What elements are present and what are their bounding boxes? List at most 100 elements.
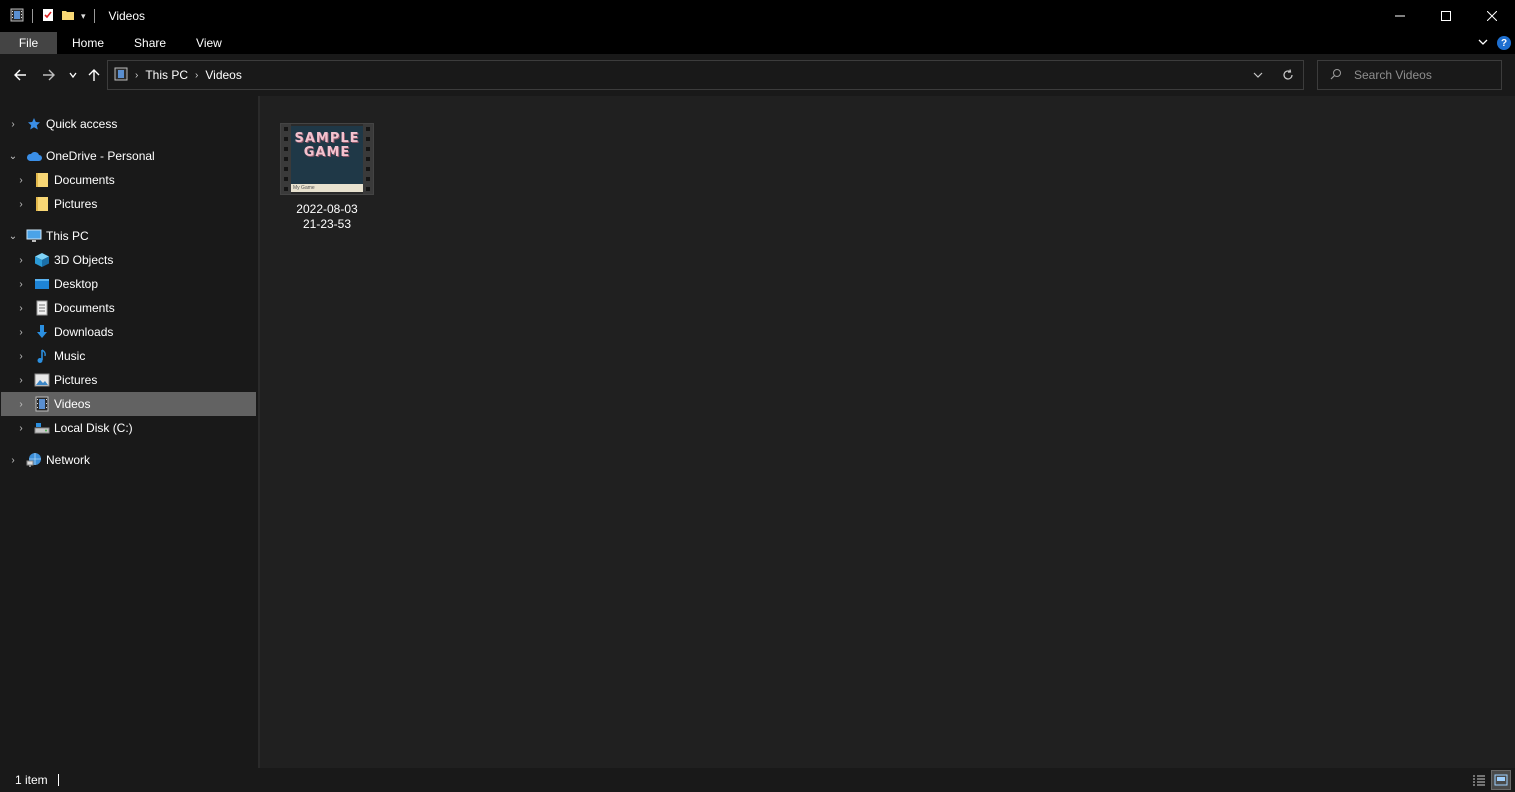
sidebar-item-documents[interactable]: › Documents — [1, 296, 256, 320]
address-bar[interactable]: › This PC › Videos — [107, 60, 1304, 90]
video-icon — [34, 396, 50, 412]
sidebar-item-onedrive-documents[interactable]: › Documents — [1, 168, 256, 192]
pictures-icon — [34, 372, 50, 388]
cloud-icon — [26, 148, 42, 164]
sidebar-item-label: Local Disk (C:) — [54, 421, 133, 435]
file-list[interactable]: SAMPLE GAME My Game 2022-08-03 21-23-53 — [260, 96, 1515, 768]
file-item[interactable]: SAMPLE GAME My Game 2022-08-03 21-23-53 — [277, 123, 377, 232]
breadcrumb-this-pc[interactable]: This PC — [145, 68, 188, 82]
chevron-right-icon[interactable]: › — [15, 368, 27, 392]
breadcrumb: › This PC › Videos — [108, 61, 242, 89]
thumbnail-footer: My Game — [291, 184, 363, 192]
forward-button[interactable] — [39, 64, 59, 86]
sidebar-item-label: Network — [46, 453, 91, 467]
star-icon — [26, 116, 42, 132]
video-folder-icon[interactable] — [10, 8, 24, 25]
toolbar-separator — [32, 9, 33, 23]
status-separator — [57, 774, 59, 786]
document-icon — [34, 300, 50, 316]
computer-icon — [26, 228, 42, 244]
desktop-icon — [34, 276, 50, 292]
details-view-button[interactable] — [1469, 770, 1489, 790]
address-dropdown-button[interactable] — [1243, 61, 1273, 89]
sidebar-item-label: This PC — [46, 229, 89, 243]
title-bar: ▾ Videos — [0, 0, 1515, 32]
window-controls — [1377, 0, 1515, 32]
sidebar-item-quick-access[interactable]: › Quick access — [1, 112, 256, 136]
sidebar-item-network[interactable]: › Network — [1, 448, 256, 472]
maximize-button[interactable] — [1423, 0, 1469, 32]
thumbnail-logo: SAMPLE GAME — [294, 131, 360, 160]
breadcrumb-videos[interactable]: Videos — [205, 68, 241, 82]
download-icon — [34, 324, 50, 340]
chevron-right-icon[interactable]: › — [195, 70, 198, 81]
ribbon-tabs: File Home Share View ? — [0, 32, 1515, 54]
sidebar-item-label: Quick access — [46, 117, 118, 131]
chevron-right-icon[interactable]: › — [135, 70, 138, 81]
tab-file[interactable]: File — [0, 32, 57, 54]
search-input[interactable] — [1354, 68, 1494, 82]
recent-locations-button[interactable] — [66, 64, 80, 86]
sidebar-item-this-pc[interactable]: ⌄ This PC — [1, 224, 256, 248]
folder-icon — [34, 172, 50, 188]
chevron-right-icon[interactable]: › — [15, 392, 27, 416]
sidebar-item-onedrive[interactable]: ⌄ OneDrive - Personal — [1, 144, 256, 168]
back-button[interactable] — [10, 64, 30, 86]
chevron-right-icon[interactable]: › — [15, 320, 27, 344]
sidebar-item-label: Documents — [54, 173, 115, 187]
expand-ribbon-icon[interactable] — [1477, 36, 1489, 51]
properties-icon[interactable] — [41, 8, 55, 25]
window-title: Videos — [108, 9, 146, 23]
sidebar-item-3d-objects[interactable]: › 3D Objects — [1, 248, 256, 272]
cube-icon — [34, 252, 50, 268]
item-count: 1 item — [15, 773, 48, 787]
sidebar-item-music[interactable]: › Music — [1, 344, 256, 368]
minimize-button[interactable] — [1377, 0, 1423, 32]
sidebar-item-label: Desktop — [54, 277, 99, 291]
refresh-button[interactable] — [1273, 61, 1303, 89]
sidebar-item-videos[interactable]: › Videos — [1, 392, 256, 416]
video-folder-icon — [114, 67, 128, 84]
chevron-right-icon[interactable]: › — [15, 296, 27, 320]
chevron-down-icon[interactable]: ⌄ — [7, 144, 19, 168]
ribbon-right-controls: ? — [1477, 32, 1511, 54]
chevron-right-icon[interactable]: › — [15, 416, 27, 440]
tab-view[interactable]: View — [181, 32, 237, 54]
thumbnail-frame: SAMPLE GAME My Game — [291, 126, 363, 192]
sidebar-item-label: Pictures — [54, 373, 98, 387]
file-name: 2022-08-03 21-23-53 — [296, 202, 358, 231]
music-icon — [34, 348, 50, 364]
sidebar-item-label: Documents — [54, 301, 115, 315]
chevron-right-icon[interactable]: › — [15, 192, 27, 216]
status-bar: 1 item — [0, 768, 1515, 792]
chevron-right-icon[interactable]: › — [15, 344, 27, 368]
film-strip — [363, 124, 373, 194]
sidebar-item-desktop[interactable]: › Desktop — [1, 272, 256, 296]
tab-home[interactable]: Home — [57, 32, 119, 54]
large-icons-view-button[interactable] — [1491, 770, 1511, 790]
new-folder-icon[interactable] — [61, 8, 75, 25]
help-icon[interactable]: ? — [1497, 36, 1511, 50]
search-box[interactable] — [1317, 60, 1502, 90]
chevron-right-icon[interactable]: › — [7, 448, 19, 472]
sidebar-item-label: OneDrive - Personal — [46, 149, 155, 163]
close-button[interactable] — [1469, 0, 1515, 32]
sidebar-item-label: Videos — [54, 397, 91, 411]
customize-toolbar-icon[interactable]: ▾ — [81, 11, 86, 22]
chevron-down-icon[interactable]: ⌄ — [7, 224, 19, 248]
film-strip — [281, 124, 291, 194]
up-button[interactable] — [85, 64, 103, 86]
sidebar-item-onedrive-pictures[interactable]: › Pictures — [1, 192, 256, 216]
chevron-right-icon[interactable]: › — [7, 112, 19, 136]
sidebar-item-label: Downloads — [54, 325, 114, 339]
sidebar-item-label: Music — [54, 349, 86, 363]
sidebar-item-downloads[interactable]: › Downloads — [1, 320, 256, 344]
sidebar-item-label: Pictures — [54, 197, 98, 211]
chevron-right-icon[interactable]: › — [15, 272, 27, 296]
chevron-right-icon[interactable]: › — [15, 248, 27, 272]
sidebar-item-label: 3D Objects — [54, 253, 114, 267]
chevron-right-icon[interactable]: › — [15, 168, 27, 192]
sidebar-item-local-disk[interactable]: › Local Disk (C:) — [1, 416, 256, 440]
tab-share[interactable]: Share — [119, 32, 181, 54]
sidebar-item-pictures[interactable]: › Pictures — [1, 368, 256, 392]
